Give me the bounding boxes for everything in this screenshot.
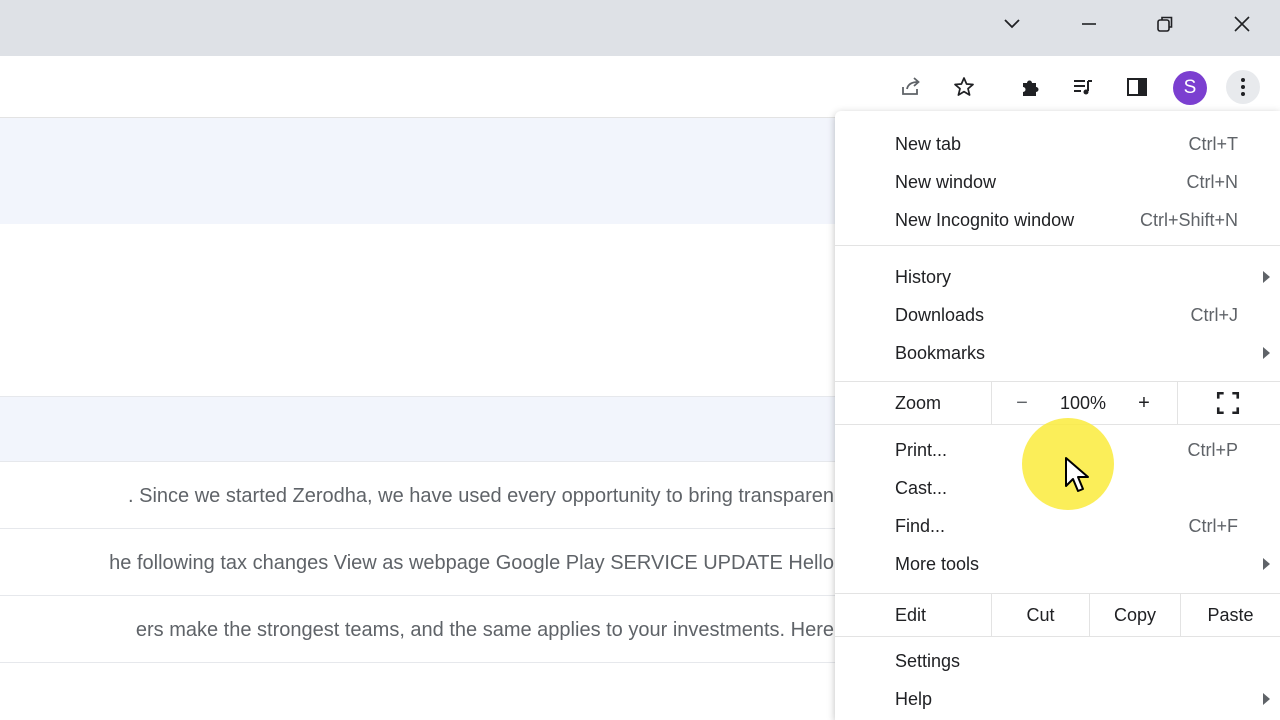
close-button[interactable]	[1218, 4, 1266, 44]
share-button[interactable]	[894, 70, 928, 104]
profile-avatar[interactable]: S	[1173, 71, 1207, 105]
submenu-arrow-icon	[1263, 558, 1270, 570]
title-bar	[0, 0, 1280, 56]
copy-button[interactable]: Copy	[1090, 594, 1180, 636]
close-icon	[1234, 16, 1250, 32]
menu-item-history[interactable]: History	[835, 258, 1280, 296]
media-icon	[1074, 80, 1092, 95]
menu-item-downloads[interactable]: Downloads Ctrl+J	[835, 296, 1280, 334]
divider	[991, 382, 992, 424]
menu-item-new-window[interactable]: New window Ctrl+N	[835, 163, 1280, 201]
submenu-arrow-icon	[1263, 347, 1270, 359]
menu-item-new-incognito[interactable]: New Incognito window Ctrl+Shift+N	[835, 201, 1280, 239]
menu-item-settings[interactable]: Settings	[835, 642, 1280, 680]
menu-item-new-tab[interactable]: New tab Ctrl+T	[835, 125, 1280, 163]
email-snippet: he following tax changes View as webpage…	[109, 552, 834, 574]
media-control-button[interactable]	[1066, 70, 1100, 104]
submenu-arrow-icon	[1263, 693, 1270, 705]
more-vert-icon	[1241, 78, 1245, 96]
restore-icon	[1157, 16, 1173, 32]
mouse-cursor-icon	[1065, 457, 1089, 492]
menu-item-bookmarks[interactable]: Bookmarks	[835, 334, 1280, 372]
list-item[interactable]: ers make the strongest teams, and the sa…	[0, 597, 840, 663]
menu-item-find[interactable]: Find... Ctrl+F	[835, 507, 1280, 545]
email-snippet: . Since we started Zerodha, we have used…	[128, 485, 834, 507]
menu-item-more-tools[interactable]: More tools	[835, 545, 1280, 583]
menu-item-help[interactable]: Help	[835, 680, 1280, 718]
paste-button[interactable]: Paste	[1181, 594, 1280, 636]
list-item[interactable]: . Since we started Zerodha, we have used…	[0, 463, 840, 529]
restore-button[interactable]	[1141, 4, 1189, 44]
star-icon	[954, 77, 974, 96]
side-panel-icon	[1127, 78, 1147, 96]
email-snippet: ers make the strongest teams, and the sa…	[135, 619, 834, 641]
chrome-main-menu: New tab Ctrl+T New window Ctrl+N New Inc…	[835, 111, 1280, 720]
minimize-button[interactable]	[1065, 4, 1113, 44]
fullscreen-button[interactable]	[1213, 382, 1243, 424]
browser-toolbar	[0, 56, 1280, 118]
submenu-arrow-icon	[1263, 271, 1270, 283]
share-icon	[902, 77, 920, 95]
divider	[1177, 382, 1178, 424]
list-item[interactable]: he following tax changes View as webpage…	[0, 530, 840, 596]
zoom-in-button[interactable]: +	[1127, 382, 1161, 424]
chevron-down-icon	[1004, 19, 1020, 29]
header-band	[0, 118, 840, 224]
extensions-button[interactable]	[1013, 70, 1047, 104]
more-menu-button[interactable]	[1226, 70, 1260, 104]
menu-separator	[835, 245, 1280, 246]
fullscreen-icon	[1216, 391, 1240, 415]
tab-search-button[interactable]	[988, 4, 1036, 44]
highlighted-row	[0, 396, 840, 462]
side-panel-button[interactable]	[1120, 70, 1154, 104]
extensions-icon	[1023, 80, 1039, 96]
cut-button[interactable]: Cut	[992, 594, 1089, 636]
minimize-icon	[1082, 23, 1096, 25]
zoom-out-button[interactable]: −	[1005, 382, 1039, 424]
edit-row: Edit Cut Copy Paste	[835, 593, 1280, 637]
bookmark-star-button[interactable]	[947, 70, 981, 104]
